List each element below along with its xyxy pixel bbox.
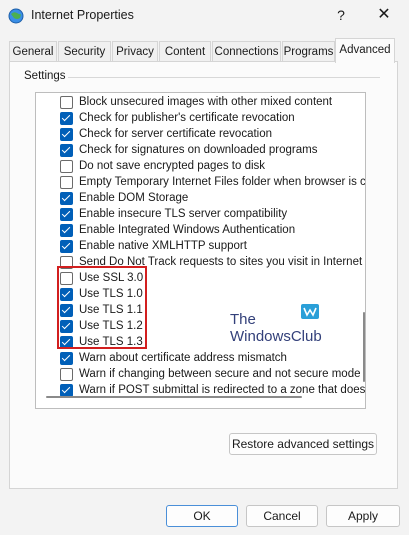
setting-label: Use TLS 1.2 bbox=[79, 320, 143, 332]
title-bar: Internet Properties ? ✕ bbox=[0, 0, 409, 32]
watermark-logo-icon bbox=[301, 304, 319, 319]
checkbox-checked[interactable] bbox=[60, 336, 73, 349]
checkbox-checked[interactable] bbox=[60, 352, 73, 365]
apply-button[interactable]: Apply bbox=[326, 505, 400, 527]
settings-group-divider bbox=[68, 77, 380, 78]
settings-list[interactable]: Block unsecured images with other mixed … bbox=[35, 92, 366, 409]
setting-label: Use SSL 3.0 bbox=[79, 272, 144, 284]
ok-button[interactable]: OK bbox=[166, 505, 238, 527]
checkbox-checked[interactable] bbox=[60, 208, 73, 221]
checkbox-checked[interactable] bbox=[60, 192, 73, 205]
checkbox-unchecked[interactable] bbox=[60, 272, 73, 285]
setting-label: Warn about certificate address mismatch bbox=[79, 352, 287, 364]
help-button[interactable]: ? bbox=[330, 4, 352, 26]
setting-label: Use TLS 1.1 bbox=[79, 304, 143, 316]
checkbox-checked[interactable] bbox=[60, 224, 73, 237]
checkbox-checked[interactable] bbox=[60, 288, 73, 301]
checkbox-unchecked[interactable] bbox=[60, 160, 73, 173]
checkbox-checked[interactable] bbox=[60, 304, 73, 317]
setting-label: Check for signatures on downloaded progr… bbox=[79, 144, 318, 156]
setting-label: Warn if changing between secure and not … bbox=[79, 368, 361, 380]
setting-label: Use TLS 1.0 bbox=[79, 288, 143, 300]
setting-label: Use TLS 1.3 bbox=[79, 336, 143, 348]
checkbox-unchecked[interactable] bbox=[60, 256, 73, 269]
watermark-line-2: WindowsClub bbox=[230, 328, 322, 345]
internet-globe-icon bbox=[8, 8, 24, 24]
restore-advanced-settings-button[interactable]: Restore advanced settings bbox=[229, 433, 377, 455]
checkbox-checked[interactable] bbox=[60, 128, 73, 141]
setting-label: Do not save encrypted pages to disk bbox=[79, 160, 266, 172]
checkbox-checked[interactable] bbox=[60, 240, 73, 253]
setting-label: Enable native XMLHTTP support bbox=[79, 240, 247, 252]
settings-group-label: Settings bbox=[22, 70, 68, 82]
setting-label: Check for publisher's certificate revoca… bbox=[79, 112, 295, 124]
setting-label: Check for server certificate revocation bbox=[79, 128, 273, 140]
tab-privacy[interactable]: Privacy bbox=[112, 41, 158, 62]
window-title: Internet Properties bbox=[31, 8, 134, 22]
watermark-line-1: The bbox=[230, 311, 256, 328]
setting-label: Block unsecured images with other mixed … bbox=[79, 96, 333, 108]
checkbox-unchecked[interactable] bbox=[60, 176, 73, 189]
tab-security[interactable]: Security bbox=[58, 41, 111, 62]
tab-general[interactable]: General bbox=[9, 41, 57, 62]
tab-advanced[interactable]: Advanced bbox=[335, 38, 395, 63]
tab-content[interactable]: Content bbox=[159, 41, 211, 62]
checkbox-unchecked[interactable] bbox=[60, 368, 73, 381]
setting-label: Send Do Not Track requests to sites you … bbox=[79, 256, 366, 268]
setting-label: Enable insecure TLS server compatibility bbox=[79, 208, 288, 220]
checkbox-unchecked[interactable] bbox=[60, 96, 73, 109]
close-button[interactable]: ✕ bbox=[372, 4, 396, 26]
tab-programs[interactable]: Programs bbox=[282, 41, 335, 62]
setting-label: Enable DOM Storage bbox=[79, 192, 189, 204]
setting-label: Enable Integrated Windows Authentication bbox=[79, 224, 296, 236]
checkbox-checked[interactable] bbox=[60, 112, 73, 125]
setting-label: Empty Temporary Internet Files folder wh… bbox=[79, 176, 366, 188]
vertical-scrollbar-thumb[interactable] bbox=[363, 312, 365, 382]
horizontal-scrollbar-thumb[interactable] bbox=[46, 396, 302, 398]
cancel-button[interactable]: Cancel bbox=[246, 505, 318, 527]
tab-connections[interactable]: Connections bbox=[212, 41, 281, 62]
checkbox-checked[interactable] bbox=[60, 144, 73, 157]
checkbox-checked[interactable] bbox=[60, 320, 73, 333]
